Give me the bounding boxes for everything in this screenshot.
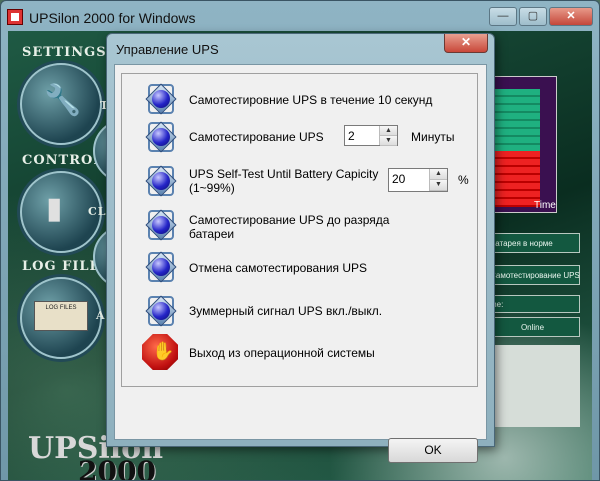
minutes-down-arrow-icon[interactable]: ▼ — [380, 136, 397, 146]
cancel-self-test-icon[interactable] — [144, 250, 178, 284]
remote-icon: ▮ — [46, 192, 63, 225]
app-icon — [7, 9, 23, 25]
wrench-icon: 🔧 — [44, 84, 82, 117]
line-label-box: me: — [485, 295, 580, 313]
cancel-self-test-label: Отмена самотестирования UPS — [189, 261, 368, 275]
minutes-up-arrow-icon[interactable]: ▲ — [380, 126, 397, 136]
main-window-title: UPSilon 2000 for Windows — [29, 10, 196, 26]
command-group: Самотестировние UPS в течение 10 секунд … — [121, 73, 478, 387]
logo-year: 2000 — [78, 455, 156, 480]
log-file-label: LOG FILE — [22, 259, 101, 274]
buzzer-toggle-icon[interactable] — [144, 294, 178, 328]
self-test-box[interactable]: Самотестирование UPS — [485, 265, 580, 285]
partial-label-3: A — [96, 309, 106, 322]
gauge-red-bar — [488, 151, 540, 207]
dialog-close-button[interactable]: ✕ — [444, 34, 488, 53]
ok-button[interactable]: OK — [388, 438, 478, 463]
battery-gauge — [485, 76, 557, 213]
shutdown-os-label: Выход из операционной системы — [189, 346, 375, 360]
self-test-minutes-label: Самотестирование UPS — [189, 130, 324, 144]
self-test-10s-icon[interactable] — [144, 82, 178, 116]
online-status-box: Online — [485, 317, 580, 337]
gauge-green-bar — [488, 89, 540, 151]
self-test-10s-label: Самотестировние UPS в течение 10 секунд — [189, 93, 433, 107]
settings-label: SETTINGS — [22, 45, 107, 60]
ups-control-dialog: Управление UPS ✕ Самотестировние UPS в т… — [106, 33, 495, 463]
log-file-button[interactable]: LOG FILES — [20, 277, 102, 359]
self-test-capacity-icon[interactable] — [144, 164, 178, 198]
capacity-down-arrow-icon[interactable]: ▼ — [430, 180, 447, 191]
self-test-discharge-icon[interactable] — [144, 208, 178, 242]
capacity-unit: % — [458, 173, 469, 187]
window-controls: — ▢ ✕ — [489, 7, 593, 26]
capacity-stepper[interactable]: 20 ▲ ▼ — [388, 168, 448, 192]
maximize-button[interactable]: ▢ — [519, 7, 547, 26]
self-test-capacity-label: UPS Self-Test Until Battery Capicity (1~… — [189, 167, 379, 195]
self-test-minutes-icon[interactable] — [144, 120, 178, 154]
minutes-value[interactable]: 2 — [348, 129, 355, 143]
log-files-icon: LOG FILES — [34, 301, 88, 331]
settings-button[interactable]: 🔧 — [20, 63, 102, 145]
gauge-time-label: Time — [534, 200, 556, 211]
battery-status-box: Батарея в норме — [485, 233, 580, 253]
capacity-up-arrow-icon[interactable]: ▲ — [430, 169, 447, 180]
minutes-unit: Минуты — [411, 130, 455, 144]
stop-hand-icon[interactable]: ✋ — [142, 334, 178, 370]
minutes-stepper[interactable]: 2 ▲ ▼ — [344, 125, 398, 146]
control-label: CONTROL — [22, 153, 104, 168]
minimize-button[interactable]: — — [489, 7, 517, 26]
dialog-client-area: Самотестировние UPS в течение 10 секунд … — [114, 64, 487, 463]
capacity-value[interactable]: 20 — [392, 172, 405, 186]
dialog-title: Управление UPS — [116, 42, 219, 57]
buzzer-toggle-label: Зуммерный сигнал UPS вкл./выкл. — [189, 304, 383, 318]
self-test-discharge-label: Самотестирование UPS до разряда батареи — [189, 213, 390, 241]
info-panel — [485, 345, 580, 427]
close-button[interactable]: ✕ — [549, 7, 593, 26]
